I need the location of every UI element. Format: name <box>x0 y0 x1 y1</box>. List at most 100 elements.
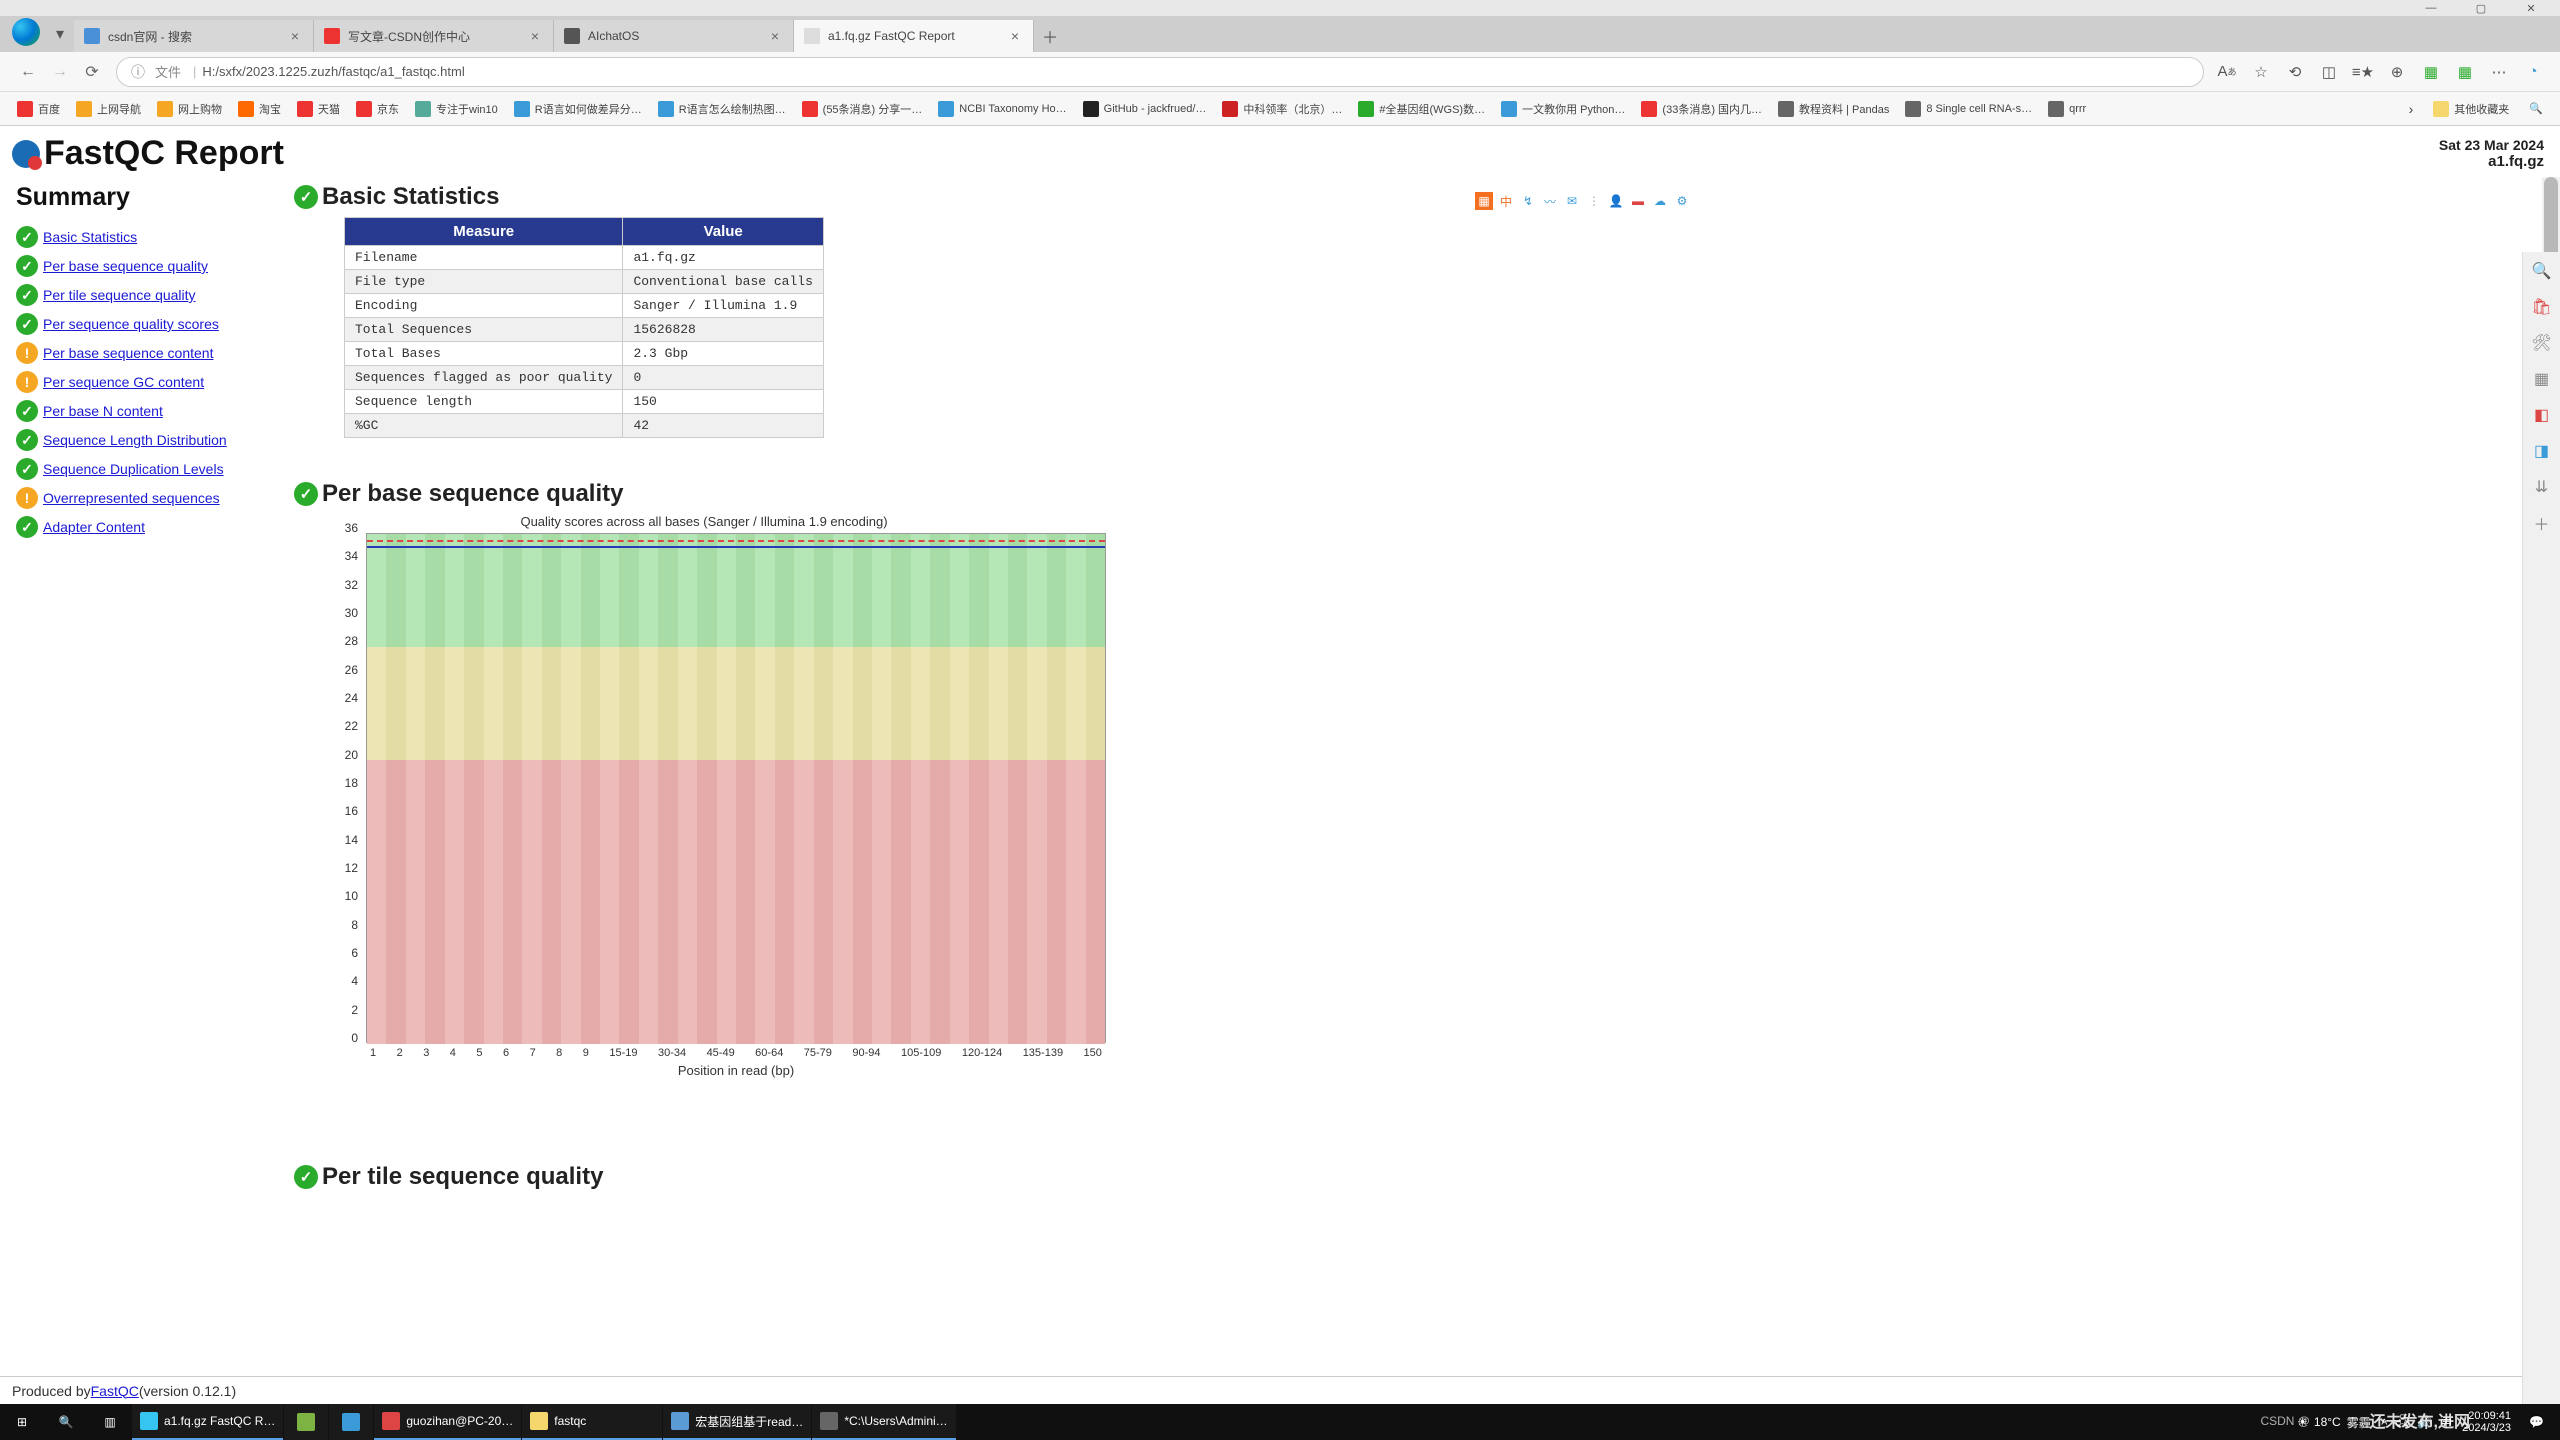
summary-item[interactable]: ✓ Per base N content <box>16 400 274 422</box>
tab-close-button[interactable]: × <box>287 28 303 44</box>
translate-icon[interactable]: Aあ <box>2212 57 2242 87</box>
taskbar-app-label: a1.fq.gz FastQC R… <box>164 1414 275 1428</box>
summary-link[interactable]: Adapter Content <box>43 519 145 535</box>
summary-item[interactable]: ! Per sequence GC content <box>16 371 274 393</box>
footer-link-fastqc[interactable]: FastQC <box>91 1383 139 1399</box>
summary-item[interactable]: ✓ Sequence Length Distribution <box>16 429 274 451</box>
summary-item[interactable]: ✓ Per base sequence quality <box>16 255 274 277</box>
side-office-icon[interactable]: ◧ <box>2531 404 2553 426</box>
summary-item[interactable]: ! Overrepresented sequences <box>16 487 274 509</box>
bookmark-item[interactable]: NCBI Taxonomy Ho… <box>931 95 1073 123</box>
bookmark-item[interactable]: #全基因组(WGS)数… <box>1351 95 1492 123</box>
tab-close-button[interactable]: × <box>1007 28 1023 44</box>
side-drop-icon[interactable]: ⇊ <box>2531 476 2553 498</box>
pass-icon: ✓ <box>294 185 318 209</box>
bookmarks-overflow-button[interactable]: › <box>2402 95 2421 123</box>
summary-link[interactable]: Sequence Duplication Levels <box>43 461 224 477</box>
bookmark-item[interactable]: 专注于win10 <box>408 95 505 123</box>
start-button[interactable]: ⊞ <box>0 1404 44 1440</box>
bookmark-item[interactable]: 8 Single cell RNA-s… <box>1898 95 2039 123</box>
bookmark-label: 淘宝 <box>259 101 281 117</box>
bookmark-item[interactable]: GitHub - jackfrued/… <box>1076 95 1214 123</box>
task-view-button[interactable]: ▥ <box>88 1404 132 1440</box>
side-outlook-icon[interactable]: ◨ <box>2531 440 2553 462</box>
summary-link[interactable]: Sequence Length Distribution <box>43 432 227 448</box>
side-search-icon[interactable]: 🔍 <box>2531 260 2553 282</box>
bookmark-item[interactable]: 淘宝 <box>231 95 288 123</box>
taskbar-app[interactable] <box>284 1404 328 1440</box>
taskbar-search-button[interactable]: 🔍 <box>44 1404 88 1440</box>
summary-link[interactable]: Per sequence quality scores <box>43 316 219 332</box>
extension2-icon[interactable]: ▦ <box>2450 57 2480 87</box>
split-icon[interactable]: ◫ <box>2314 57 2344 87</box>
back-button[interactable]: ← <box>12 56 44 88</box>
url-input[interactable]: ⓘ 文件 | H:/sxfx/2023.1225.zuzh/fastqc/a1_… <box>116 57 2204 87</box>
bookmark-favicon-icon <box>1358 101 1374 117</box>
taskbar-app[interactable]: a1.fq.gz FastQC R… <box>132 1404 283 1440</box>
bookmark-item[interactable]: qrrr <box>2041 95 2093 123</box>
bookmark-item[interactable]: 京东 <box>349 95 406 123</box>
summary-item[interactable]: ✓ Sequence Duplication Levels <box>16 458 274 480</box>
bookmark-item[interactable]: R语言怎么绘制热图… <box>651 95 793 123</box>
menu-icon[interactable]: ⋯ <box>2484 57 2514 87</box>
bookmark-item[interactable]: 上网导航 <box>69 95 148 123</box>
tab-close-button[interactable]: × <box>767 28 783 44</box>
favorite-icon[interactable]: ☆ <box>2246 57 2276 87</box>
bookmark-item[interactable]: R语言如何做差异分… <box>507 95 649 123</box>
summary-item[interactable]: ✓ Per tile sequence quality <box>16 284 274 306</box>
summary-item[interactable]: ✓ Basic Statistics <box>16 226 274 248</box>
browser-tab[interactable]: AIchatOS × <box>554 20 794 52</box>
taskbar-app[interactable]: guozihan@PC-20… <box>374 1404 521 1440</box>
side-shopping-icon[interactable]: 🛍 <box>2531 296 2553 318</box>
bookmark-item[interactable]: 网上购物 <box>150 95 229 123</box>
collections-icon[interactable]: ⊕ <box>2382 57 2412 87</box>
notifications-button[interactable]: 💬 <box>2521 1404 2552 1440</box>
close-button[interactable]: ✕ <box>2506 1 2556 15</box>
summary-link[interactable]: Per base N content <box>43 403 163 419</box>
tab-actions-icon[interactable]: ▾ <box>46 24 74 44</box>
summary-item[interactable]: ✓ Adapter Content <box>16 516 274 538</box>
maximize-button[interactable]: ▢ <box>2456 1 2506 15</box>
favorites-list-icon[interactable]: ≡★ <box>2348 57 2378 87</box>
bookmarks-search-icon[interactable]: 🔍 <box>2522 95 2550 123</box>
bookmark-item[interactable]: 教程资料 | Pandas <box>1771 95 1896 123</box>
summary-item[interactable]: ✓ Per sequence quality scores <box>16 313 274 335</box>
stat-value: 2.3 Gbp <box>623 342 823 366</box>
bookmark-item[interactable]: (33条消息) 国内几… <box>1634 95 1769 123</box>
new-tab-button[interactable]: ＋ <box>1034 20 1066 52</box>
taskbar-app[interactable] <box>329 1404 373 1440</box>
summary-link[interactable]: Per tile sequence quality <box>43 287 196 303</box>
summary-link[interactable]: Per base sequence content <box>43 345 213 361</box>
taskbar-app[interactable]: *C:\Users\Admini… <box>812 1404 955 1440</box>
bookmark-item[interactable]: 一文教你用 Python… <box>1494 95 1632 123</box>
summary-link[interactable]: Per base sequence quality <box>43 258 208 274</box>
summary-link[interactable]: Basic Statistics <box>43 229 137 245</box>
sync-icon[interactable]: ⟲ <box>2280 57 2310 87</box>
refresh-button[interactable]: ⟳ <box>76 56 108 88</box>
summary-link[interactable]: Per sequence GC content <box>43 374 204 390</box>
side-add-icon[interactable]: ＋ <box>2531 512 2553 534</box>
side-games-icon[interactable]: ▦ <box>2531 368 2553 390</box>
forward-button[interactable]: → <box>44 56 76 88</box>
taskbar-app[interactable]: fastqc <box>522 1404 662 1440</box>
other-bookmarks-folder[interactable]: 其他收藏夹 <box>2426 95 2516 123</box>
bookmark-item[interactable]: (55条消息) 分享一… <box>795 95 930 123</box>
summary-link[interactable]: Overrepresented sequences <box>43 490 220 506</box>
browser-tab[interactable]: a1.fq.gz FastQC Report × <box>794 20 1034 52</box>
side-tools-icon[interactable]: 🛠 <box>2531 332 2553 354</box>
tab-close-button[interactable]: × <box>527 28 543 44</box>
copilot-icon[interactable]: ◔ <box>2518 57 2548 87</box>
bookmark-item[interactable]: 中科领率（北京）… <box>1215 95 1349 123</box>
bookmark-label: R语言怎么绘制热图… <box>679 101 786 117</box>
bookmark-item[interactable]: 天猫 <box>290 95 347 123</box>
extension1-icon[interactable]: ▦ <box>2416 57 2446 87</box>
minimize-button[interactable]: — <box>2406 1 2456 15</box>
fastqc-logo-icon <box>12 140 40 168</box>
browser-tab[interactable]: 写文章-CSDN创作中心 × <box>314 20 554 52</box>
bookmark-item[interactable]: 百度 <box>10 95 67 123</box>
section-per-base-quality: ✓ Per base sequence quality Quality scor… <box>294 480 2540 1073</box>
report-main[interactable]: ✓ Basic Statistics Measure Value Filenam… <box>284 177 2560 1376</box>
browser-tab[interactable]: csdn官网 - 搜索 × <box>74 20 314 52</box>
taskbar-app[interactable]: 宏基因组基于read… <box>663 1404 811 1440</box>
summary-item[interactable]: ! Per base sequence content <box>16 342 274 364</box>
